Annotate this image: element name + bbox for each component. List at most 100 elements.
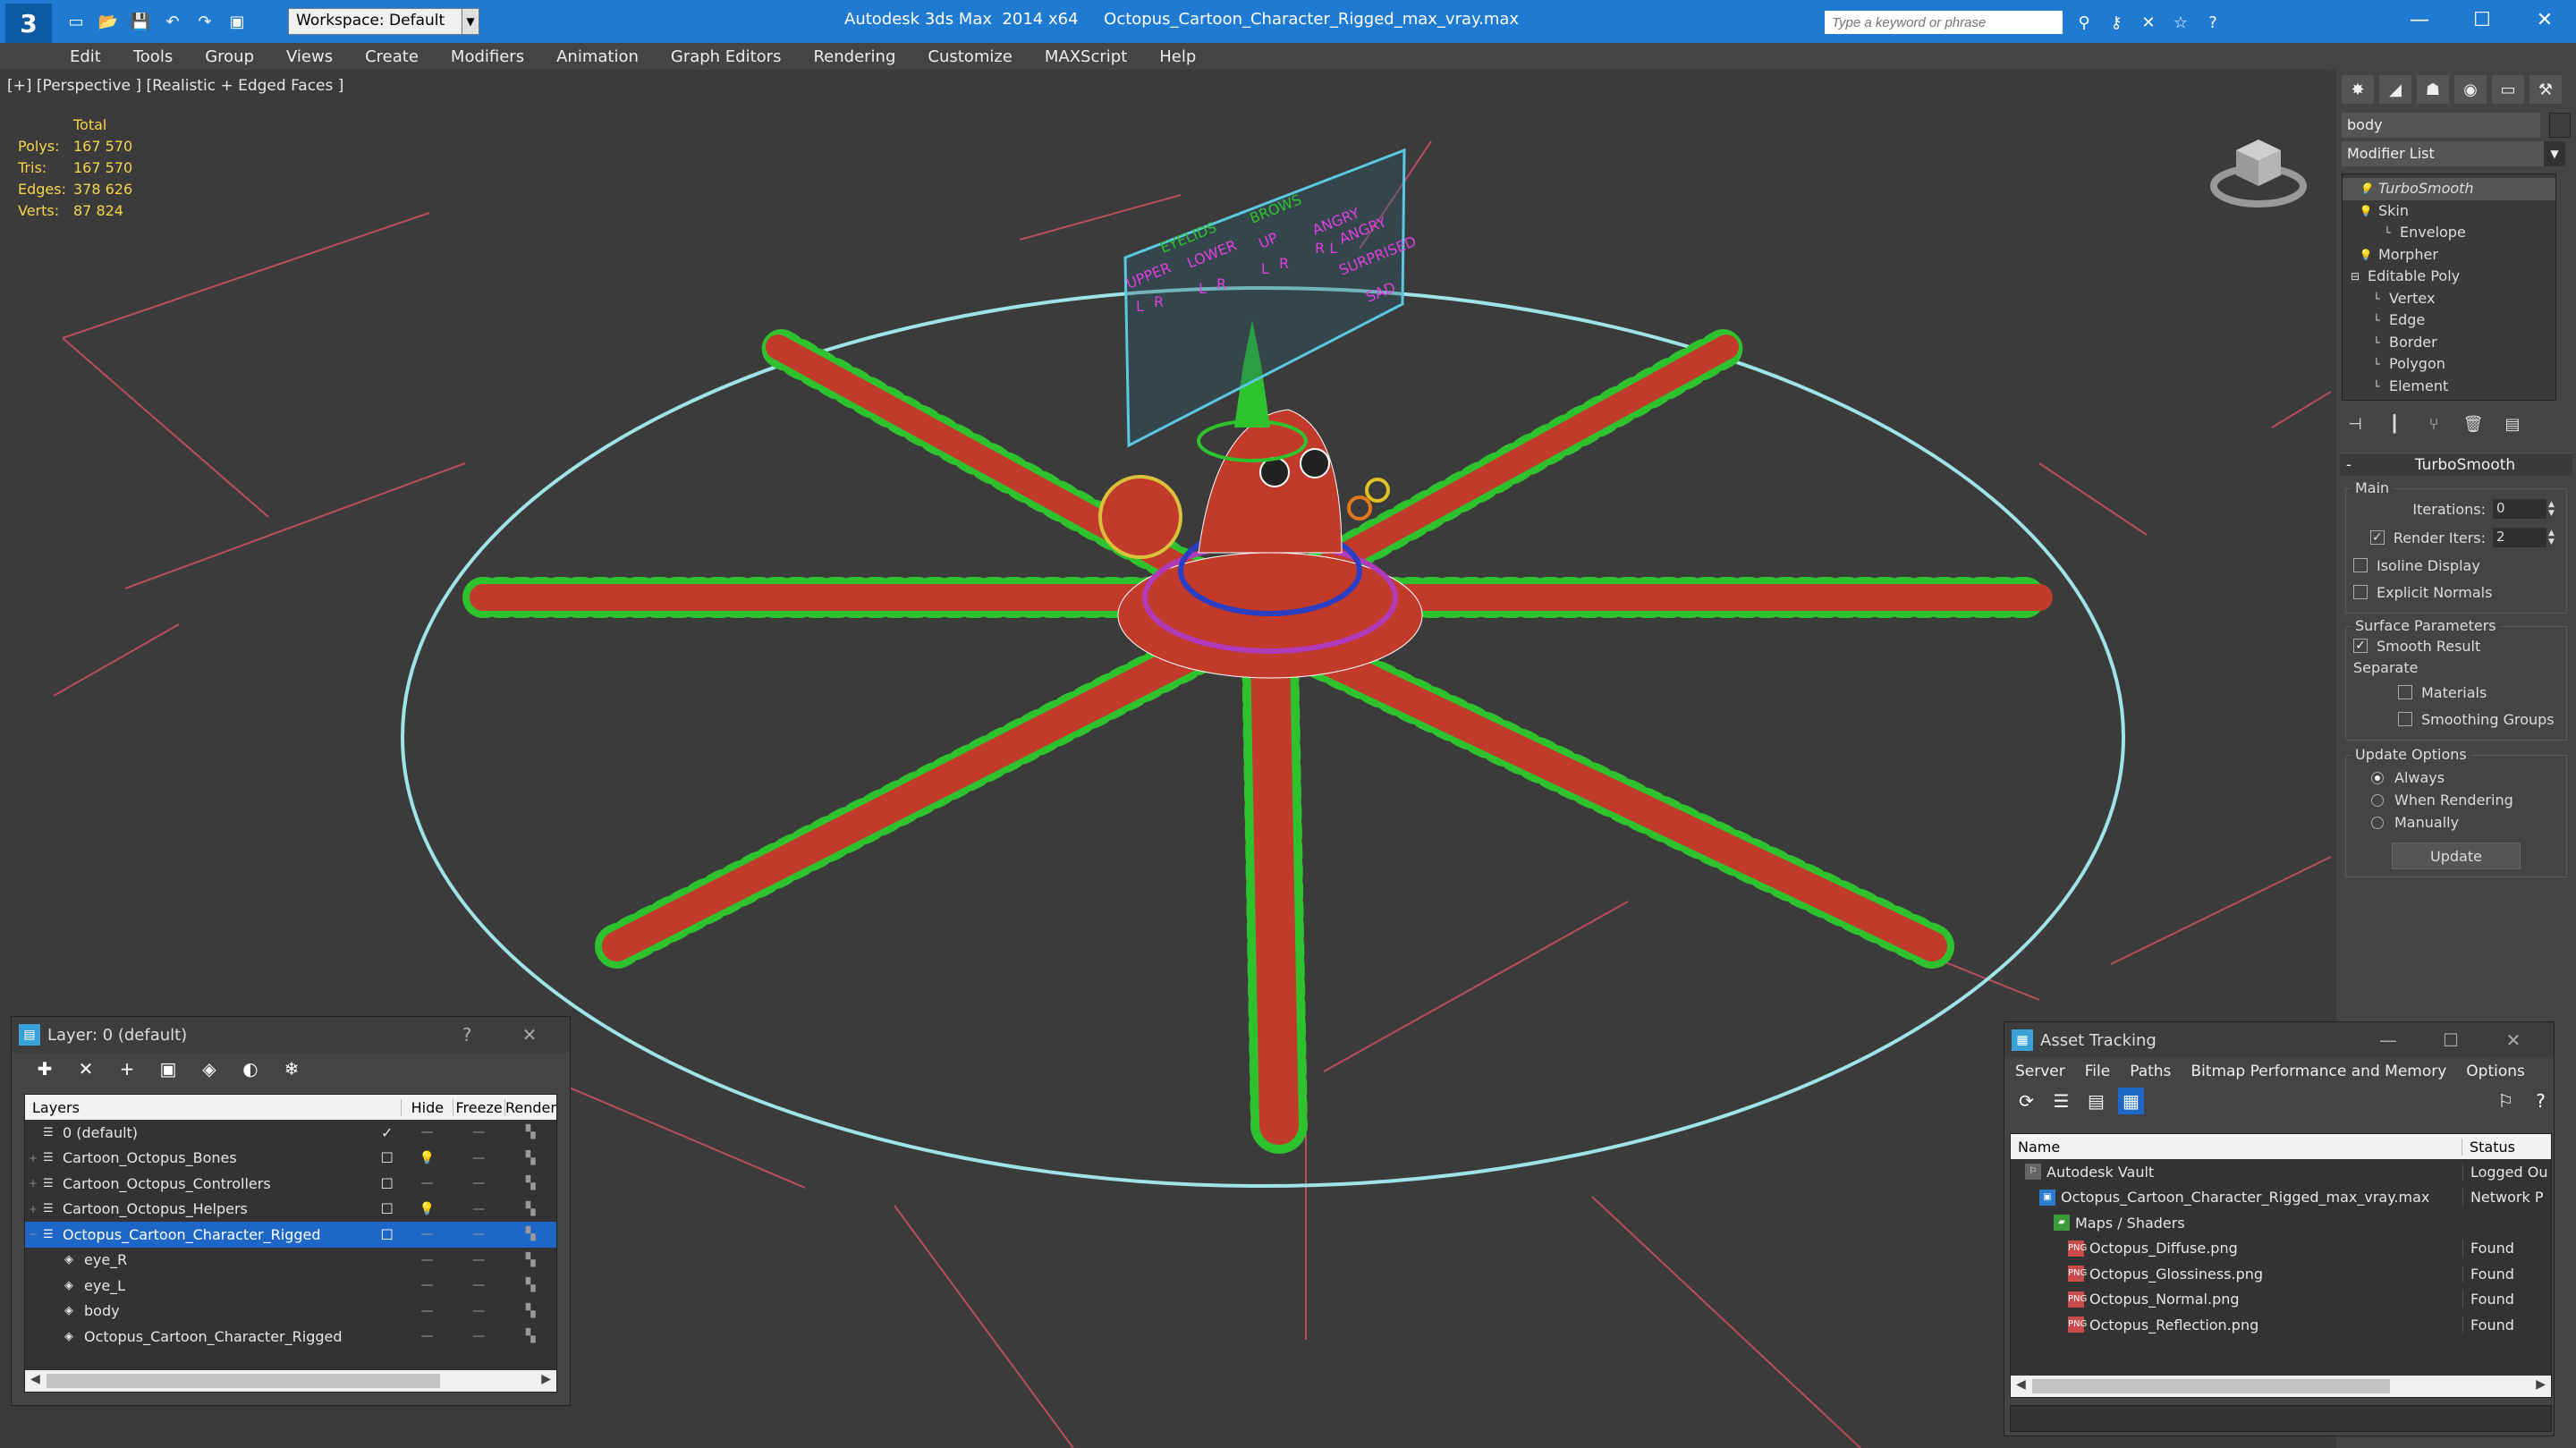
- menu-item-create[interactable]: Create: [365, 47, 419, 66]
- freeze-toggle-icon[interactable]: —: [453, 1176, 504, 1190]
- isoline-row[interactable]: Isoline Display: [2353, 552, 2559, 579]
- stack-item-envelope[interactable]: └ Envelope: [2343, 222, 2555, 244]
- expand-icon[interactable]: +: [29, 1152, 43, 1164]
- help-icon[interactable]: ?: [2528, 1088, 2554, 1114]
- always-radio[interactable]: [2371, 771, 2384, 784]
- freeze-toggle-icon[interactable]: —: [453, 1329, 504, 1343]
- col-freeze[interactable]: Freeze: [453, 1098, 504, 1116]
- hide-toggle-icon[interactable]: —: [402, 1176, 453, 1190]
- explicit-normals-row[interactable]: Explicit Normals: [2353, 579, 2559, 605]
- current-layer-checkbox[interactable]: ☐: [373, 1226, 402, 1243]
- current-layer-checkbox[interactable]: ✓: [373, 1124, 402, 1141]
- scroll-right-icon[interactable]: ▶: [541, 1372, 551, 1386]
- menu-item-animation[interactable]: Animation: [556, 47, 639, 66]
- list-view-icon[interactable]: ☰: [2048, 1088, 2074, 1114]
- open-file-icon[interactable]: 📂: [95, 9, 122, 34]
- stack-item-polygon[interactable]: └ Polygon: [2343, 353, 2555, 376]
- menu-item-graph-editors[interactable]: Graph Editors: [671, 47, 782, 66]
- asset-menu-file[interactable]: File: [2085, 1063, 2110, 1080]
- stack-item-editable-poly[interactable]: ⊟ Editable Poly: [2343, 266, 2555, 288]
- menu-item-help[interactable]: Help: [1159, 47, 1196, 66]
- viewcube[interactable]: [2209, 114, 2308, 213]
- asset-row[interactable]: PNG Octopus_Normal.png Found: [2011, 1287, 2551, 1313]
- lightbulb-icon[interactable]: 💡: [2359, 244, 2373, 266]
- col-layers[interactable]: Layers: [25, 1099, 401, 1116]
- menu-item-customize[interactable]: Customize: [928, 47, 1012, 66]
- stack-item-border[interactable]: └ Border: [2343, 332, 2555, 354]
- menu-item-group[interactable]: Group: [205, 47, 254, 66]
- hide-toggle-icon[interactable]: 💡: [402, 1202, 453, 1216]
- chevron-down-icon[interactable]: ▼: [462, 8, 479, 35]
- layer-manager-titlebar[interactable]: ▤ Layer: 0 (default) ? ✕: [12, 1017, 570, 1053]
- materials-checkbox[interactable]: [2398, 685, 2412, 699]
- layer-row[interactable]: + ☰ Cartoon_Octopus_Controllers ☐ — — ▚: [25, 1171, 556, 1197]
- iterations-spinner[interactable]: 0: [2493, 499, 2546, 519]
- save-icon[interactable]: 💾: [127, 9, 154, 34]
- explicit-normals-checkbox[interactable]: [2353, 585, 2368, 599]
- manually-option[interactable]: Manually: [2353, 811, 2559, 834]
- maximize-icon[interactable]: ☐: [2451, 0, 2513, 39]
- hide-toggle-icon[interactable]: —: [402, 1304, 453, 1318]
- materials-row[interactable]: Materials: [2353, 679, 2559, 706]
- menu-item-rendering[interactable]: Rendering: [813, 47, 895, 66]
- freeze-toggle-icon[interactable]: —: [453, 1278, 504, 1292]
- freeze-toggle-icon[interactable]: —: [453, 1151, 504, 1165]
- render-toggle-icon[interactable]: ▚: [504, 1329, 556, 1343]
- layer-row[interactable]: + ☰ Cartoon_Octopus_Helpers ☐ 💡 — ▚: [25, 1197, 556, 1223]
- col-hide[interactable]: Hide: [401, 1098, 453, 1116]
- asset-menu-bitmap-performance-and-memory[interactable]: Bitmap Performance and Memory: [2190, 1063, 2446, 1080]
- minimize-icon[interactable]: —: [2357, 1022, 2419, 1058]
- layer-row[interactable]: ◈ Octopus_Cartoon_Character_Rigged — — ▚: [25, 1324, 556, 1350]
- lightbulb-icon[interactable]: 💡: [2359, 200, 2373, 222]
- asset-horizontal-scrollbar[interactable]: ◀ ▶: [2011, 1376, 2551, 1397]
- object-color-swatch[interactable]: [2549, 113, 2571, 138]
- show-end-result-icon[interactable]: ┃: [2381, 411, 2408, 436]
- app-logo[interactable]: 3: [5, 4, 52, 43]
- chevron-down-icon[interactable]: ▼: [2544, 141, 2565, 166]
- freeze-toggle-icon[interactable]: —: [453, 1304, 504, 1318]
- remove-modifier-icon[interactable]: 🗑: [2460, 411, 2487, 436]
- asset-row[interactable]: ⚐ Autodesk Vault Logged Ou: [2011, 1159, 2551, 1185]
- menu-item-tools[interactable]: Tools: [133, 47, 173, 66]
- star-icon[interactable]: ☆: [2168, 11, 2193, 34]
- col-name[interactable]: Name: [2011, 1139, 2462, 1156]
- smoothing-groups-row[interactable]: Smoothing Groups: [2353, 706, 2559, 732]
- smoothing-groups-checkbox[interactable]: [2398, 712, 2412, 726]
- layer-row[interactable]: ◈ eye_L — — ▚: [25, 1273, 556, 1299]
- layer-row[interactable]: ◈ body — — ▚: [25, 1299, 556, 1325]
- collapse-icon[interactable]: ⊟: [2348, 266, 2362, 287]
- turbosmooth-rollout-header[interactable]: - TurboSmooth: [2340, 453, 2572, 476]
- modifier-list-dropdown[interactable]: Modifier List ▼: [2342, 141, 2565, 166]
- freeze-toggle-icon[interactable]: —: [453, 1202, 504, 1216]
- layer-horizontal-scrollbar[interactable]: ◀ ▶: [25, 1370, 556, 1392]
- expand-icon[interactable]: +: [29, 1177, 43, 1190]
- hide-toggle-icon[interactable]: —: [402, 1125, 453, 1139]
- always-option[interactable]: Always: [2353, 766, 2559, 789]
- close-icon[interactable]: ✕: [498, 1017, 561, 1053]
- freeze-toggle-icon[interactable]: —: [453, 1125, 504, 1139]
- col-render[interactable]: Render: [504, 1098, 556, 1116]
- spinner-arrows-icon[interactable]: ▲ ▼: [2548, 529, 2559, 546]
- scroll-left-icon[interactable]: ◀: [30, 1372, 40, 1386]
- stack-item-turbosmooth[interactable]: 💡 TurboSmooth: [2343, 178, 2555, 200]
- delete-layer-icon[interactable]: ✕: [72, 1055, 99, 1082]
- current-layer-checkbox[interactable]: ☐: [373, 1175, 402, 1192]
- refresh-icon[interactable]: ⟳: [2013, 1088, 2039, 1114]
- add-to-layer-icon[interactable]: +: [114, 1055, 140, 1082]
- spinner-arrows-icon[interactable]: ▲ ▼: [2548, 500, 2559, 518]
- render-toggle-icon[interactable]: ▚: [504, 1304, 556, 1318]
- stack-item-morpher[interactable]: 💡 Morpher: [2343, 244, 2555, 267]
- asset-tracking-titlebar[interactable]: ▦ Asset Tracking — ☐ ✕: [2004, 1022, 2554, 1058]
- stack-item-edge[interactable]: └ Edge: [2343, 309, 2555, 332]
- when-rendering-radio[interactable]: [2371, 793, 2384, 807]
- render-iters-spinner[interactable]: 2: [2493, 528, 2546, 547]
- help-icon[interactable]: ?: [2200, 11, 2225, 34]
- hierarchy-tab-icon[interactable]: ☗: [2417, 75, 2449, 104]
- stack-item-skin[interactable]: 💡 Skin: [2343, 200, 2555, 223]
- make-unique-icon[interactable]: ⑂: [2420, 411, 2447, 436]
- scrollbar-thumb[interactable]: [47, 1374, 440, 1388]
- layer-row[interactable]: − ☰ Octopus_Cartoon_Character_Rigged ☐ — — ▚: [25, 1222, 556, 1248]
- render-toggle-icon[interactable]: ▚: [504, 1253, 556, 1267]
- asset-menu-options[interactable]: Options: [2466, 1063, 2525, 1080]
- asset-row[interactable]: PNG Octopus_Reflection.png Found: [2011, 1312, 2551, 1338]
